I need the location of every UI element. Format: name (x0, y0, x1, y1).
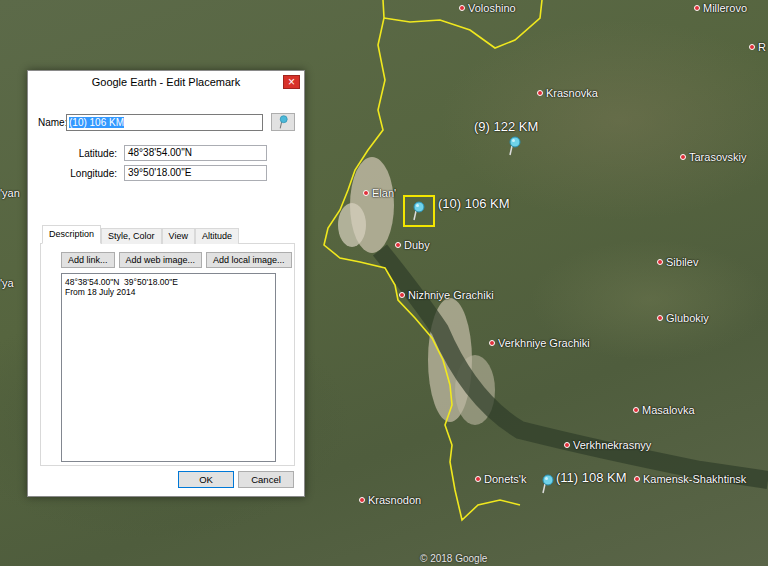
place-label[interactable]: Duby (395, 237, 430, 253)
edit-placemark-dialog: Google Earth - Edit Placemark × Name:(10) … (27, 70, 305, 497)
coordinate-label: Longitude: (38, 168, 117, 179)
place-label[interactable]: Verkhniye Grachiki (489, 335, 590, 351)
place-name: Nizhniye Grachiki (408, 289, 494, 301)
close-button[interactable]: × (283, 75, 300, 89)
place-label[interactable]: Tarasovskiy (680, 149, 746, 165)
place-name: Verkhnekrasnyy (573, 439, 651, 451)
placemark-label[interactable]: (11) 108 KM (556, 470, 627, 485)
place-dot-icon (564, 442, 570, 448)
coordinate-label: Latitude: (38, 148, 117, 159)
name-value: (10) 106 KM (69, 117, 124, 128)
tab-strip: DescriptionStyle, ColorViewAltitude (42, 225, 304, 243)
pushpin-icon (278, 115, 288, 129)
border-line (324, 0, 520, 520)
placemark-pin-icon[interactable] (507, 136, 521, 156)
place-dot-icon (399, 292, 405, 298)
place-label[interactable]: Krasnodon (359, 492, 421, 508)
tab[interactable]: Altitude (195, 228, 239, 244)
coordinate-input[interactable]: 48°38'54.00"N (124, 145, 267, 161)
placemark-pin-icon[interactable] (411, 201, 425, 221)
place-dot-icon (657, 315, 663, 321)
place-label[interactable]: Donets'k (475, 471, 526, 487)
place-dot-icon (363, 190, 369, 196)
map-attribution: © 2018 Google (420, 553, 487, 564)
place-name: Millerovo (703, 2, 747, 14)
coordinate-row: Latitude: 48°38'54.00"N (38, 145, 304, 161)
place-dot-icon (489, 340, 495, 346)
insert-button[interactable]: Add web image... (119, 252, 203, 268)
place-name: Masalovka (642, 404, 695, 416)
place-dot-icon (694, 5, 700, 11)
title-bar: Google Earth - Edit Placemark × (28, 71, 304, 93)
google-earth-map[interactable]: Voloshino Millerovo R Krasnovka Tarasovskiy '… (0, 0, 768, 566)
dialog-title: Google Earth - Edit Placemark (92, 76, 241, 88)
place-name: Voloshino (468, 2, 516, 14)
place-dot-icon (680, 154, 686, 160)
tab[interactable]: Description (42, 225, 101, 244)
place-name: Tarasovskiy (689, 151, 746, 163)
insert-toolbar: Add link...Add web image...Add local ima… (61, 252, 294, 268)
name-input[interactable]: (10) 106 KM (66, 114, 263, 131)
name-row: Name:(10) 106 KM (38, 113, 304, 131)
place-label[interactable]: 'ya (0, 275, 14, 291)
place-dot-icon (537, 90, 543, 96)
place-label[interactable]: Verkhnekrasnyy (564, 437, 651, 453)
place-dot-icon (475, 476, 481, 482)
place-label[interactable]: Krasnovka (537, 85, 598, 101)
place-name: Kamensk-Shakhtinsk (643, 473, 746, 485)
place-label[interactable]: Voloshino (459, 0, 516, 16)
place-name: Glubokiy (666, 312, 709, 324)
dialog-footer: OKCancel (28, 471, 304, 488)
dialog-button[interactable]: Cancel (238, 471, 294, 488)
icon-button[interactable] (271, 113, 295, 131)
coordinate-input[interactable]: 39°50'18.00"E (124, 165, 267, 181)
description-textarea[interactable]: 48°38'54.00"N 39°50'18.00"E From 18 July… (61, 273, 276, 462)
place-name: Krasnodon (368, 494, 421, 506)
place-dot-icon (359, 497, 365, 503)
place-name: Sibilev (666, 256, 698, 268)
place-label[interactable]: Millerovo (694, 0, 747, 16)
place-dot-icon (657, 259, 663, 265)
border-line (384, 0, 542, 48)
placemark-label[interactable]: (10) 106 KM (438, 196, 510, 211)
place-label[interactable]: Elan' (363, 185, 396, 201)
tab[interactable]: Style, Color (101, 228, 162, 244)
place-name: Verkhniye Grachiki (498, 337, 590, 349)
place-name: R (758, 41, 766, 53)
place-dot-icon (633, 407, 639, 413)
tab[interactable]: View (162, 228, 195, 244)
place-name: 'ya (0, 277, 14, 289)
tab-panel: Add link...Add web image...Add local ima… (40, 243, 295, 466)
name-label: Name: (38, 117, 66, 128)
dialog-button[interactable]: OK (178, 471, 234, 488)
place-dot-icon (634, 476, 640, 482)
place-label[interactable]: Kamensk-Shakhtinsk (634, 471, 746, 487)
coordinates: Latitude: 48°38'54.00"N Longitude: 39°50'18… (28, 145, 304, 181)
coordinate-row: Longitude: 39°50'18.00"E (38, 165, 304, 181)
placemark-pin-icon[interactable] (540, 474, 554, 494)
place-name: Krasnovka (546, 87, 598, 99)
place-label[interactable]: Sibilev (657, 254, 698, 270)
place-label[interactable]: Nizhniye Grachiki (399, 287, 494, 303)
placemark-label[interactable]: (9) 122 KM (474, 119, 538, 134)
place-dot-icon (459, 5, 465, 11)
insert-button[interactable]: Add local image... (206, 252, 292, 268)
place-dot-icon (749, 44, 755, 50)
place-label[interactable]: Masalovka (633, 402, 695, 418)
place-label[interactable]: 'yan (0, 185, 20, 201)
place-name: Donets'k (484, 473, 526, 485)
place-name: Duby (404, 239, 430, 251)
place-name: 'yan (0, 187, 20, 199)
place-dot-icon (395, 242, 401, 248)
place-label[interactable]: Glubokiy (657, 310, 709, 326)
place-name: Elan' (372, 187, 396, 199)
insert-button[interactable]: Add link... (61, 252, 115, 268)
place-label[interactable]: R (749, 39, 766, 55)
